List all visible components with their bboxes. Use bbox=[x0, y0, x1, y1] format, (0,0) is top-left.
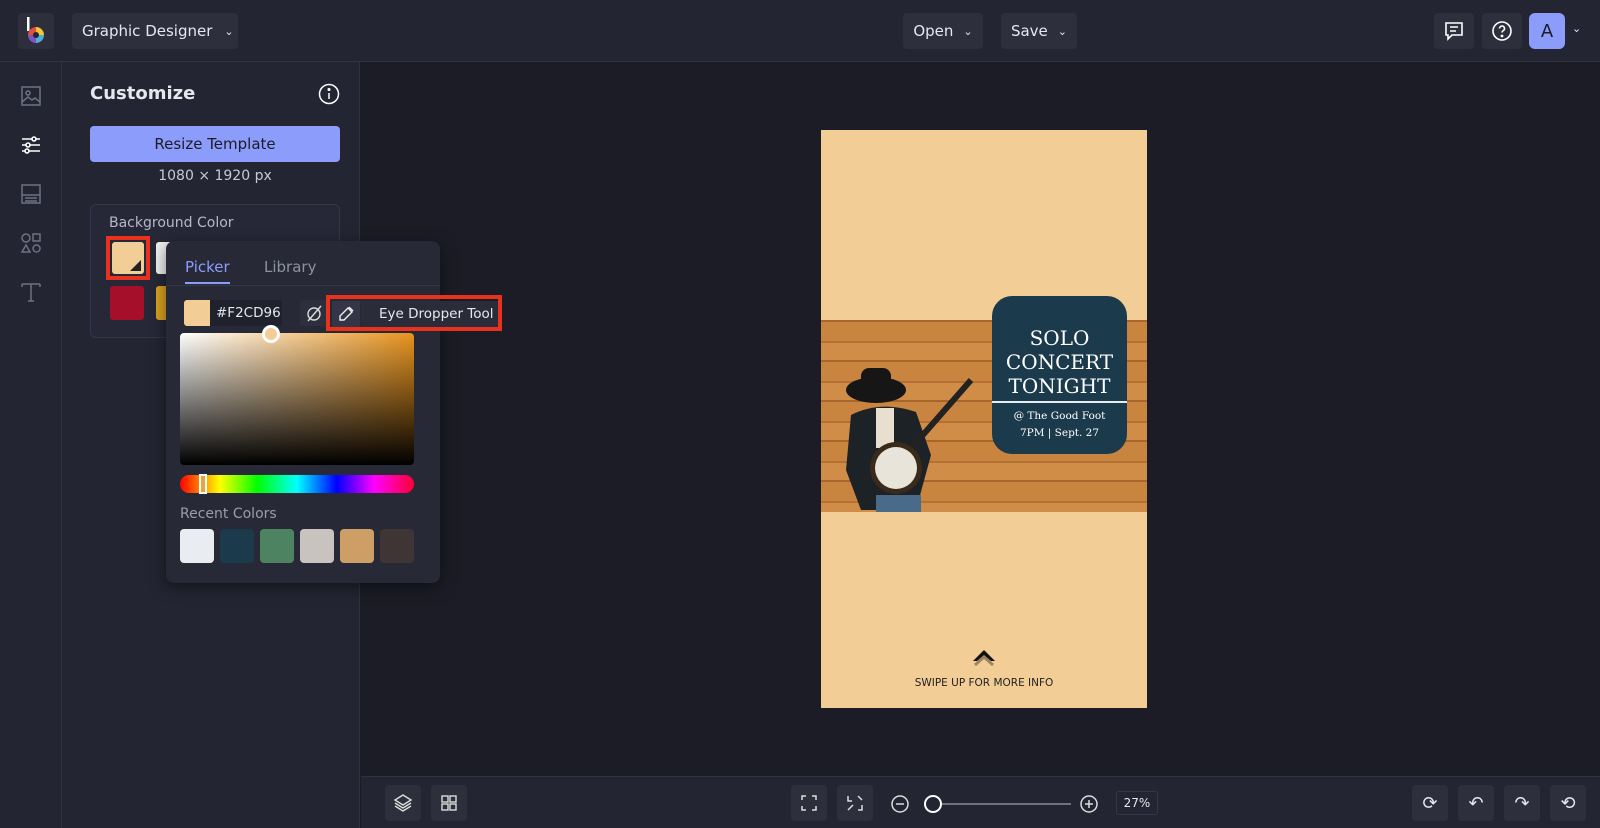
help-button[interactable] bbox=[1482, 13, 1522, 49]
refresh-button[interactable]: ⟳ bbox=[1412, 785, 1448, 821]
redo-icon: ↷ bbox=[1514, 792, 1530, 814]
help-icon bbox=[1492, 21, 1512, 41]
chevron-down-icon[interactable]: ⌄ bbox=[1572, 22, 1581, 35]
workspace-dropdown[interactable]: Graphic Designer ⌄ bbox=[72, 13, 238, 49]
refresh-icon: ⟳ bbox=[1422, 792, 1438, 814]
zoom-slider-handle[interactable] bbox=[924, 795, 942, 813]
headline-line2: CONCERT bbox=[1005, 350, 1114, 374]
recent-color-swatch[interactable] bbox=[260, 529, 294, 563]
zoom-slider[interactable] bbox=[931, 803, 1071, 805]
recent-color-swatch[interactable] bbox=[180, 529, 214, 563]
eyedropper-icon bbox=[339, 306, 354, 321]
eyedropper-tooltip: Eye Dropper Tool bbox=[361, 301, 498, 327]
headline-line3: TONIGHT bbox=[1008, 374, 1111, 398]
open-button[interactable]: Open ⌄ bbox=[903, 13, 983, 49]
saturation-handle[interactable] bbox=[262, 325, 280, 343]
image-icon[interactable] bbox=[20, 85, 42, 107]
undo-icon: ↶ bbox=[1468, 792, 1484, 814]
poster-canvas[interactable]: SOLO CONCERT TONIGHT @ The Good Foot 7PM… bbox=[821, 130, 1147, 708]
resize-template-button[interactable]: Resize Template bbox=[90, 126, 340, 162]
tab-library[interactable]: Library bbox=[264, 258, 316, 276]
info-icon[interactable] bbox=[318, 83, 340, 105]
no-color-button[interactable] bbox=[300, 300, 328, 326]
concert-info-card[interactable]: SOLO CONCERT TONIGHT @ The Good Foot 7PM… bbox=[992, 296, 1127, 454]
save-button[interactable]: Save ⌄ bbox=[1001, 13, 1077, 49]
recent-color-swatch[interactable] bbox=[380, 529, 414, 563]
swatch-current[interactable] bbox=[112, 242, 144, 274]
shrink-button[interactable] bbox=[837, 785, 873, 821]
eyedropper-button[interactable] bbox=[332, 301, 360, 327]
history-icon: ⟲ bbox=[1560, 792, 1576, 814]
tool-rail bbox=[0, 62, 62, 828]
logo[interactable] bbox=[18, 13, 54, 49]
expand-icon bbox=[801, 795, 817, 811]
chevron-down-icon: ⌄ bbox=[963, 24, 973, 38]
background-color-label: Background Color bbox=[109, 215, 234, 231]
undo-button[interactable]: ↶ bbox=[1458, 785, 1494, 821]
redo-button[interactable]: ↷ bbox=[1504, 785, 1540, 821]
layers-icon bbox=[393, 794, 413, 812]
layers-button[interactable] bbox=[385, 785, 421, 821]
avatar[interactable]: A bbox=[1529, 13, 1565, 49]
hex-input[interactable]: #F2CD96 bbox=[210, 300, 282, 326]
headline-line1: SOLO bbox=[1029, 326, 1090, 350]
layout-icon[interactable] bbox=[20, 183, 42, 205]
grid-icon bbox=[441, 795, 457, 811]
panel-title: Customize bbox=[90, 83, 196, 104]
divider bbox=[992, 401, 1127, 403]
fit-screen-button[interactable] bbox=[791, 785, 827, 821]
hue-handle[interactable] bbox=[199, 474, 207, 494]
history-button[interactable]: ⟲ bbox=[1550, 785, 1586, 821]
chevron-up-icon bbox=[973, 650, 995, 667]
comment-icon bbox=[1445, 22, 1463, 41]
zoom-level[interactable]: 27% bbox=[1116, 791, 1158, 815]
hue-slider[interactable] bbox=[180, 475, 414, 493]
time-text: 7PM | Sept. 27 bbox=[1019, 427, 1100, 439]
chevron-down-icon: ⌄ bbox=[1057, 24, 1068, 38]
swatch-red[interactable] bbox=[110, 286, 144, 320]
zoom-in-icon[interactable] bbox=[1079, 794, 1099, 814]
swipe-up-text: SWIPE UP FOR MORE INFO bbox=[914, 677, 1054, 689]
chevron-down-icon: ⌄ bbox=[224, 24, 234, 38]
comments-button[interactable] bbox=[1434, 13, 1474, 49]
tab-divider bbox=[166, 285, 440, 286]
current-color-preview bbox=[184, 300, 210, 326]
bottom-toolbar: 27% ⟳ ↶ ↷ ⟲ bbox=[361, 776, 1600, 828]
shrink-icon bbox=[847, 795, 863, 811]
venue-text: @ The Good Foot bbox=[1013, 410, 1106, 422]
saturation-area[interactable] bbox=[180, 333, 414, 465]
color-picker-popup: Picker Library #F2CD96 Eye Dropper Tool … bbox=[166, 241, 502, 583]
recent-color-swatch[interactable] bbox=[220, 529, 254, 563]
recent-colors-label: Recent Colors bbox=[180, 506, 277, 522]
template-dimensions: 1080 × 1920 px bbox=[158, 168, 272, 184]
no-color-icon bbox=[307, 305, 322, 322]
zoom-out-icon[interactable] bbox=[890, 794, 910, 814]
tab-picker[interactable]: Picker bbox=[185, 258, 230, 284]
text-icon[interactable] bbox=[20, 281, 42, 303]
grid-button[interactable] bbox=[431, 785, 467, 821]
recent-color-swatch[interactable] bbox=[300, 529, 334, 563]
top-bar: Graphic Designer ⌄ Open ⌄ Save ⌄ A ⌄ bbox=[0, 0, 1600, 62]
sliders-icon[interactable] bbox=[20, 134, 42, 156]
shapes-icon[interactable] bbox=[20, 232, 42, 254]
recent-color-swatch[interactable] bbox=[340, 529, 374, 563]
workspace-label: Graphic Designer bbox=[82, 22, 213, 40]
